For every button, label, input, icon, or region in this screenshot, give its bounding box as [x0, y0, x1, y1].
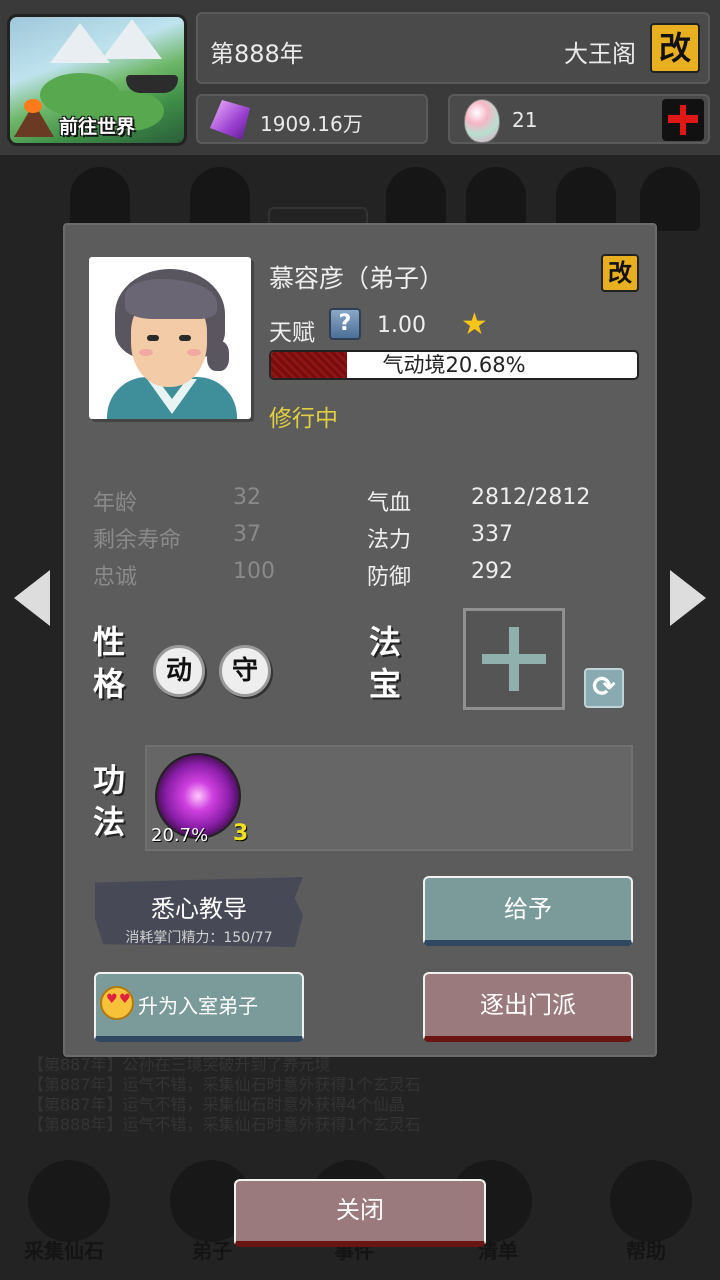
portrait-eye	[179, 335, 191, 341]
personality-title-char: 格	[92, 665, 125, 703]
talent-label: 天赋	[269, 320, 315, 346]
go-to-world-button[interactable]: 前往世界	[7, 14, 187, 146]
portrait-blush	[139, 349, 153, 356]
top-hud: 前往世界 第888年 大王阁 改 1909.16万 21	[0, 0, 720, 155]
add-eggs-button[interactable]	[662, 99, 704, 141]
talent-value: 1.00	[377, 313, 426, 338]
disciple-name: 慕容彦（弟子）	[269, 264, 445, 293]
teach-label: 悉心教导	[151, 895, 247, 923]
log-line: 【第887年】运气不错，采集仙石时意外获得1个玄灵石	[28, 1075, 421, 1094]
talent-help-icon[interactable]: ?	[329, 308, 361, 340]
map-mountain	[102, 19, 162, 59]
bg-figure	[386, 167, 446, 231]
airship-icon	[126, 75, 178, 93]
spirit-egg-counter: 21	[448, 94, 710, 144]
loyalty-label: 忠诚	[93, 565, 138, 590]
refresh-icon[interactable]: ⟳	[584, 668, 624, 708]
portrait-eye	[147, 335, 159, 341]
trait-badge[interactable]: 守	[219, 645, 271, 697]
bg-figure	[190, 167, 250, 231]
age-label: 年龄	[93, 491, 138, 516]
lifespan-value: 37	[233, 522, 261, 547]
star-icon: ★	[461, 307, 488, 342]
disciple-detail-dialog: 慕容彦（弟子） 改 天赋 ? 1.00 ★ 气动境20.68% 修行中 年龄 3…	[63, 223, 657, 1057]
skill-level: 3	[233, 821, 249, 846]
bg-figure	[640, 167, 700, 231]
lava-icon	[24, 99, 42, 113]
bg-figure	[70, 167, 130, 231]
realm-progress-text: 气动境20.68%	[382, 353, 526, 377]
spirit-crystal-icon	[210, 100, 250, 140]
personality-title-char: 性	[92, 623, 125, 661]
sect-info-bar: 第888年 大王阁 改	[196, 12, 710, 84]
spirit-stone-amount: 1909.16万	[260, 112, 363, 136]
rename-sect-button[interactable]: 改	[650, 23, 700, 73]
gather-stones-icon	[28, 1160, 110, 1242]
defense-label: 防御	[367, 565, 412, 590]
nav-gather-label: 采集仙石	[24, 1239, 104, 1263]
defense-value: 292	[471, 559, 513, 584]
realm-progress-bar: 气动境20.68%	[269, 350, 639, 380]
heart-eyes-icon	[100, 986, 134, 1020]
map-mountain	[50, 23, 110, 63]
spirit-egg-icon	[464, 99, 500, 143]
next-disciple-arrow[interactable]	[670, 570, 706, 626]
close-button[interactable]: 关闭	[234, 1179, 486, 1247]
teach-cost: 消耗掌门精力：150/77	[125, 930, 273, 946]
spirit-stone-counter: 1909.16万	[196, 94, 428, 144]
spirit-egg-amount: 21	[512, 108, 538, 132]
rename-disciple-button[interactable]: 改	[601, 254, 639, 292]
artifact-title-char: 法	[368, 623, 401, 661]
hp-label: 气血	[367, 491, 412, 516]
expel-button[interactable]: 逐出门派	[423, 972, 633, 1042]
nav-disciples-label: 弟子	[192, 1239, 232, 1263]
disciple-portrait	[89, 257, 251, 419]
mana-value: 337	[471, 522, 513, 547]
previous-disciple-arrow[interactable]	[14, 570, 50, 626]
cultivation-status: 修行中	[269, 406, 338, 432]
skills-panel: 20.7% 3	[145, 745, 633, 851]
bg-figure	[556, 167, 616, 231]
hp-value: 2812/2812	[471, 485, 591, 510]
help-icon	[610, 1160, 692, 1242]
sect-name: 大王阁	[564, 40, 636, 68]
loyalty-value: 100	[233, 559, 275, 584]
skill-progress: 20.7%	[151, 825, 209, 846]
skills-title-char: 法	[92, 803, 125, 841]
current-year: 第888年	[210, 40, 304, 68]
promote-button[interactable]: 升为入室弟子	[94, 972, 304, 1042]
event-log: 【第887年】公孙在三境突破升到了养元境 【第887年】运气不错，采集仙石时意外…	[28, 1055, 688, 1135]
promote-label: 升为入室弟子	[138, 994, 258, 1018]
add-artifact-slot[interactable]	[463, 608, 565, 710]
teach-button[interactable]: 悉心教导 消耗掌门精力：150/77	[95, 877, 303, 947]
artifact-title-char: 宝	[368, 665, 401, 703]
log-line: 【第888年】运气不错，采集仙石时意外获得1个玄灵石	[28, 1115, 421, 1134]
age-value: 32	[233, 485, 261, 510]
portrait-blush	[187, 349, 201, 356]
log-line: 【第887年】公孙在三境突破升到了养元境	[28, 1055, 331, 1074]
mana-label: 法力	[367, 528, 412, 553]
portrait-ponytail	[207, 341, 229, 371]
go-to-world-label: 前往世界	[58, 116, 135, 138]
give-button[interactable]: 给予	[423, 876, 633, 946]
skills-title-char: 功	[92, 761, 125, 799]
lifespan-label: 剩余寿命	[93, 528, 182, 553]
trait-badge[interactable]: 动	[153, 645, 205, 697]
log-line: 【第887年】运气不错，采集仙石时意外获得4个仙晶	[28, 1095, 405, 1114]
bg-figure	[466, 167, 526, 231]
nav-help-label: 帮助	[626, 1239, 666, 1263]
